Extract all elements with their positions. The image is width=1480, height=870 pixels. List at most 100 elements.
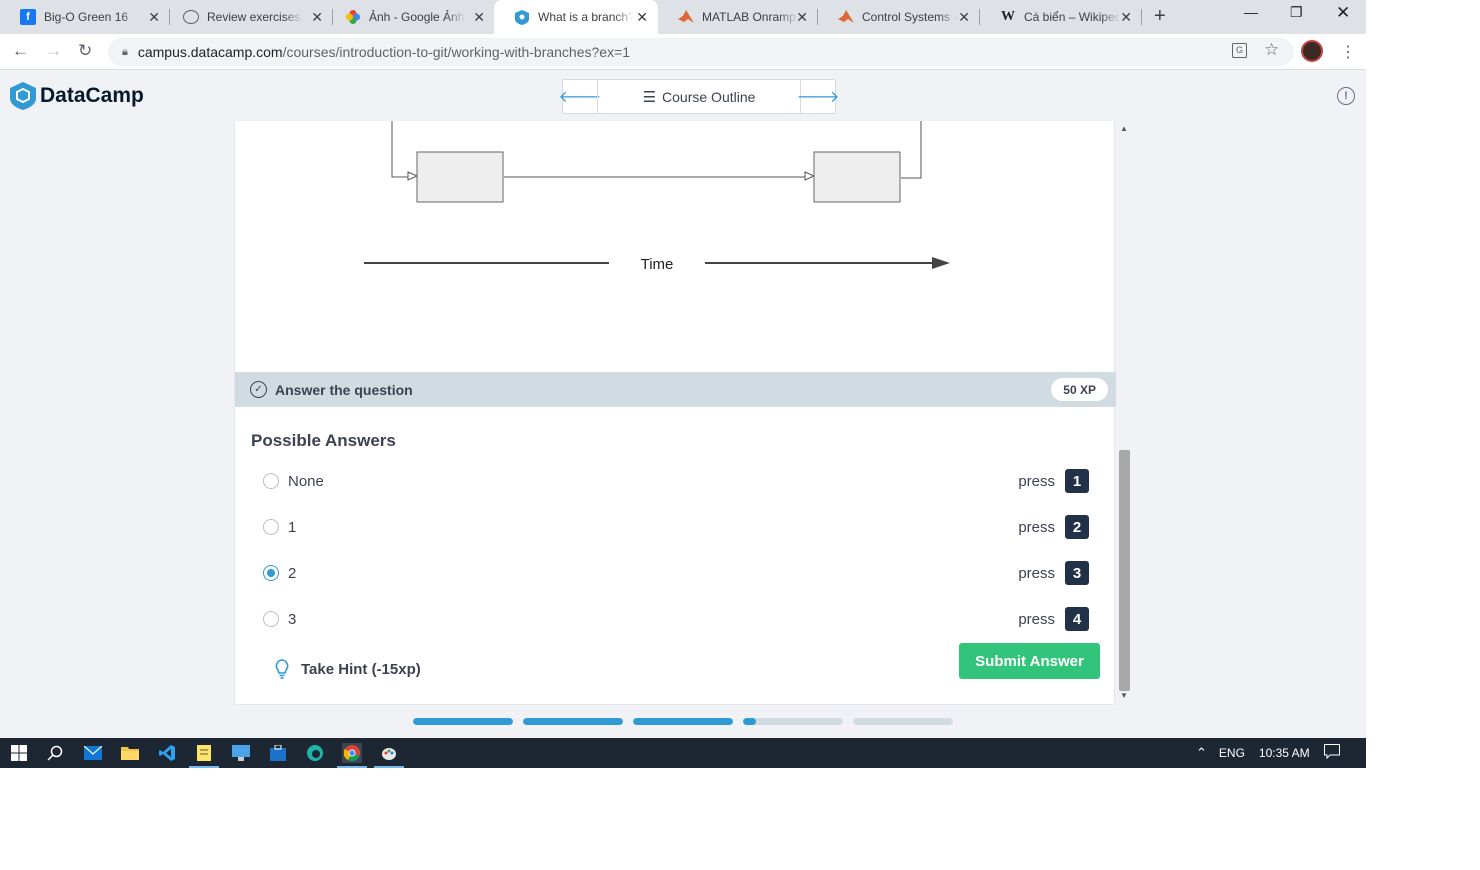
edge-icon[interactable] bbox=[305, 743, 325, 763]
forward-icon[interactable]: → bbox=[45, 41, 62, 61]
chrome-icon[interactable] bbox=[342, 743, 362, 763]
notifications-icon[interactable] bbox=[1323, 744, 1340, 762]
browser-menu-icon[interactable]: ⋮ bbox=[1340, 42, 1356, 62]
browser-tab[interactable]: Control Systems - ✕ bbox=[818, 0, 980, 34]
info-icon[interactable]: ! bbox=[1337, 87, 1355, 105]
windows-start-icon[interactable] bbox=[9, 743, 29, 763]
close-tab-icon[interactable]: ✕ bbox=[796, 9, 808, 26]
vscode-icon[interactable] bbox=[157, 743, 177, 763]
diagram-arrowhead bbox=[407, 171, 419, 181]
browser-tab[interactable]: Ảnh - Google Ảnh ✕ bbox=[325, 0, 495, 34]
scrollbar[interactable]: ▲ ▼ bbox=[1118, 121, 1132, 705]
diagram-connector-left bbox=[391, 121, 412, 178]
notes-icon[interactable] bbox=[194, 743, 214, 763]
answer-text: 1 bbox=[288, 518, 297, 536]
timeline-label: Time bbox=[641, 256, 674, 273]
press-label: press bbox=[1018, 610, 1055, 628]
take-hint-label: Take Hint (-15xp) bbox=[301, 660, 421, 678]
close-tab-icon[interactable]: ✕ bbox=[1120, 9, 1132, 26]
datacamp-header: DataCamp 🡐 ☰ Course Outline 🡒 ! bbox=[0, 71, 1366, 121]
progress-fill bbox=[413, 718, 513, 725]
new-tab-icon[interactable]: + bbox=[1154, 5, 1166, 28]
mail-icon[interactable] bbox=[83, 743, 103, 763]
restore-icon[interactable]: ❐ bbox=[1290, 4, 1303, 21]
datacamp-icon bbox=[514, 9, 530, 25]
language-indicator[interactable]: ENG bbox=[1219, 746, 1245, 760]
diagram-commit-box bbox=[813, 151, 901, 203]
progress-fill bbox=[633, 718, 733, 725]
back-icon[interactable]: ← bbox=[12, 41, 29, 61]
system-tray: ⌃ ENG 10:35 AM bbox=[1196, 738, 1340, 768]
progress-fill bbox=[743, 718, 756, 725]
progress-segment bbox=[853, 718, 953, 725]
tray-chevron-up-icon[interactable]: ⌃ bbox=[1196, 745, 1207, 761]
datacamp-logo[interactable]: DataCamp bbox=[10, 82, 144, 110]
clock[interactable]: 10:35 AM bbox=[1259, 746, 1310, 760]
radio-button[interactable] bbox=[263, 519, 279, 535]
course-outline-button[interactable]: ☰ Course Outline bbox=[597, 80, 801, 113]
active-app-indicator bbox=[337, 766, 367, 768]
search-icon[interactable] bbox=[45, 743, 65, 763]
course-outline-label: Course Outline bbox=[662, 88, 756, 105]
tab-title: Control Systems - bbox=[862, 10, 958, 24]
browser-tab[interactable]: f Big-O Green 16 ✕ bbox=[0, 0, 170, 34]
course-navigation: 🡐 ☰ Course Outline 🡒 bbox=[559, 79, 840, 114]
browser-toolbar: ← → ↻ 🔒︎ campus.datacamp.com/courses/int… bbox=[0, 34, 1366, 70]
tab-title: Ảnh - Google Ảnh bbox=[369, 10, 465, 24]
radio-button-selected[interactable] bbox=[263, 565, 279, 581]
address-bar[interactable]: 🔒︎ campus.datacamp.com/courses/introduct… bbox=[108, 38, 1294, 66]
store-icon[interactable] bbox=[268, 743, 288, 763]
next-exercise-arrow-icon[interactable]: 🡒 bbox=[797, 80, 840, 113]
translate-icon[interactable]: G bbox=[1232, 43, 1247, 58]
radio-button[interactable] bbox=[263, 611, 279, 627]
tab-title: Review exercises for bbox=[207, 10, 303, 24]
close-tab-icon[interactable]: ✕ bbox=[473, 9, 485, 26]
datacamp-wordmark: DataCamp bbox=[40, 84, 144, 107]
browser-tab[interactable]: MATLAB Onramp ✕ bbox=[658, 0, 818, 34]
branch-diagram: Time bbox=[364, 121, 950, 273]
paint-icon[interactable] bbox=[379, 743, 399, 763]
profile-avatar[interactable] bbox=[1301, 40, 1323, 62]
answer-option[interactable]: 1 press 2 bbox=[251, 507, 1101, 547]
remote-desktop-icon[interactable] bbox=[231, 743, 251, 763]
file-explorer-icon[interactable] bbox=[120, 743, 140, 763]
scrollbar-thumb[interactable] bbox=[1119, 450, 1130, 691]
minimize-icon[interactable]: — bbox=[1244, 4, 1258, 20]
diagram-commit-box bbox=[416, 151, 504, 203]
radio-button[interactable] bbox=[263, 473, 279, 489]
facebook-icon: f bbox=[20, 9, 36, 25]
answer-option[interactable]: 3 press 4 bbox=[251, 599, 1101, 639]
progress-segment bbox=[523, 718, 623, 725]
submit-answer-button[interactable]: Submit Answer bbox=[959, 643, 1100, 679]
reload-icon[interactable]: ↻ bbox=[78, 41, 92, 61]
lock-icon: 🔒︎ bbox=[122, 45, 128, 58]
scroll-down-arrow-icon[interactable]: ▼ bbox=[1120, 691, 1128, 700]
check-circle-icon: ✓ bbox=[250, 381, 267, 398]
keyboard-shortcut-badge: 4 bbox=[1065, 607, 1089, 631]
browser-tab[interactable]: Review exercises for ✕ bbox=[163, 0, 333, 34]
close-tab-icon[interactable]: ✕ bbox=[636, 9, 648, 26]
previous-exercise-arrow-icon[interactable]: 🡐 bbox=[559, 80, 602, 113]
progress-segment bbox=[413, 718, 513, 725]
answer-text: 2 bbox=[288, 564, 297, 582]
bookmark-star-icon[interactable]: ☆ bbox=[1264, 40, 1279, 60]
take-hint-button[interactable]: Take Hint (-15xp) bbox=[275, 659, 421, 679]
browser-tab-strip: f Big-O Green 16 ✕ Review exercises for … bbox=[0, 0, 1366, 34]
close-window-icon[interactable]: ✕ bbox=[1336, 3, 1350, 23]
keyboard-shortcut-badge: 2 bbox=[1065, 515, 1089, 539]
active-app-indicator bbox=[374, 766, 404, 768]
keyboard-shortcut-badge: 1 bbox=[1065, 469, 1089, 493]
browser-tab[interactable]: W Cá biển – Wikipedia ✕ bbox=[980, 0, 1142, 34]
close-tab-icon[interactable]: ✕ bbox=[311, 9, 323, 26]
scroll-up-arrow-icon[interactable]: ▲ bbox=[1120, 124, 1128, 133]
tab-title: Big-O Green 16 bbox=[44, 10, 129, 24]
answer-option-selected[interactable]: 2 press 3 bbox=[251, 553, 1101, 593]
url-path: /courses/introduction-to-git/working-wit… bbox=[282, 44, 631, 60]
progress-segment bbox=[633, 718, 733, 725]
question-label: Answer the question bbox=[275, 381, 413, 398]
answer-option[interactable]: None press 1 bbox=[251, 461, 1101, 501]
tab-title: What is a branch? bbox=[538, 10, 634, 24]
browser-tab-active[interactable]: What is a branch? ✕ bbox=[494, 0, 658, 34]
close-tab-icon[interactable]: ✕ bbox=[958, 9, 970, 26]
close-tab-icon[interactable]: ✕ bbox=[148, 9, 160, 26]
